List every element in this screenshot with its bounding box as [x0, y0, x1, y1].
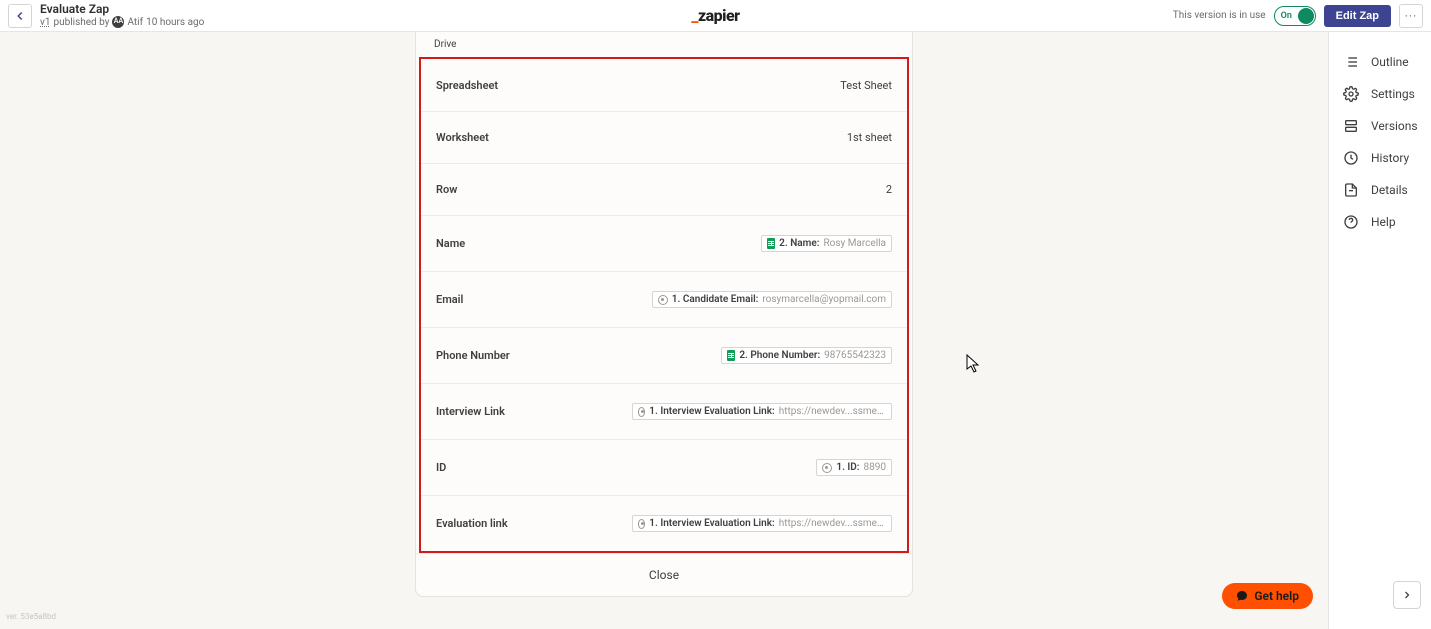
pill-source: 2. Phone Number:: [739, 350, 820, 361]
sidebar-item-label: Outline: [1371, 55, 1409, 69]
pill-value: rosymarcella@yopmail.com: [762, 294, 886, 305]
clock-icon: [1343, 150, 1359, 166]
logo-text: zapier: [698, 6, 740, 25]
field-value: Test Sheet: [840, 79, 892, 92]
field-name: Name 2. Name: Rosy Marcella: [421, 215, 907, 271]
source-icon: [638, 519, 645, 529]
source-icon: [822, 463, 832, 473]
mapped-value-pill: 1. ID: 8890: [816, 459, 892, 476]
source-icon: [638, 407, 645, 417]
zapier-logo: _zapier: [691, 6, 739, 25]
pill-value: https://newdev...ssment/ODg5MA==: [779, 518, 886, 529]
get-help-label: Get help: [1254, 589, 1299, 603]
field-worksheet: Worksheet 1st sheet: [421, 111, 907, 163]
sheets-icon: [727, 350, 735, 361]
version-status: This version is in use: [1173, 10, 1266, 21]
app-header: Evaluate Zap v1 published by AA Atif 10 …: [0, 0, 1431, 32]
title-block: Evaluate Zap v1 published by AA Atif 10 …: [40, 3, 204, 28]
pill-source: 1. Candidate Email:: [672, 294, 759, 305]
edit-zap-button[interactable]: Edit Zap: [1324, 5, 1391, 27]
zap-meta: v1 published by AA Atif 10 hours ago: [40, 16, 204, 28]
drive-row: Drive: [416, 32, 912, 57]
time-ago: 10 hours ago: [146, 17, 204, 28]
field-value: 2: [886, 183, 892, 196]
sidebar-item-label: Versions: [1371, 119, 1418, 133]
mapped-value-pill: 1. Interview Evaluation Link: https://ne…: [632, 515, 892, 532]
field-spreadsheet: Spreadsheet Test Sheet: [421, 59, 907, 111]
sidebar-item-label: Settings: [1371, 87, 1415, 101]
pill-source: 1. Interview Evaluation Link:: [649, 406, 774, 417]
mapped-value-pill: 1. Interview Evaluation Link: https://ne…: [632, 403, 892, 420]
doc-icon: [1343, 182, 1359, 198]
field-label: Evaluation link: [436, 517, 508, 530]
build-version: ver. 53e5a8bd: [6, 612, 56, 621]
sidebar-item-settings[interactable]: Settings: [1329, 78, 1431, 110]
collapse-sidebar-button[interactable]: [1393, 581, 1421, 609]
zap-title: Evaluate Zap: [40, 3, 204, 16]
field-label: Name: [436, 237, 465, 250]
sidebar-item-label: Help: [1371, 215, 1396, 229]
field-label: Row: [436, 183, 457, 196]
version-label[interactable]: v1: [40, 17, 50, 28]
details-panel: Drive Spreadsheet Test Sheet Worksheet 1…: [415, 32, 913, 597]
field-label: Interview Link: [436, 405, 505, 418]
more-button[interactable]: ···: [1399, 4, 1423, 28]
pill-value: 8890: [864, 462, 886, 473]
field-phone: Phone Number 2. Phone Number: 9876554232…: [421, 327, 907, 383]
list-icon: [1343, 54, 1359, 70]
field-interview-link: Interview Link 1. Interview Evaluation L…: [421, 383, 907, 439]
help-icon: [1343, 214, 1359, 230]
gear-icon: [1343, 86, 1359, 102]
close-button[interactable]: Close: [416, 553, 912, 596]
pill-value: 98765542323: [824, 350, 886, 361]
canvas: Drive Spreadsheet Test Sheet Worksheet 1…: [0, 32, 1328, 629]
field-label: Phone Number: [436, 349, 510, 362]
toggle-knob: [1298, 8, 1314, 24]
zap-toggle[interactable]: On: [1274, 6, 1316, 26]
field-label: Email: [436, 293, 463, 306]
pill-value: Rosy Marcella: [823, 238, 886, 249]
field-email: Email 1. Candidate Email: rosymarcella@y…: [421, 271, 907, 327]
chevron-right-icon: [1401, 589, 1413, 601]
field-value: 1st sheet: [847, 131, 892, 144]
field-id: ID 1. ID: 8890: [421, 439, 907, 495]
field-label: Spreadsheet: [436, 79, 498, 92]
author-avatar: AA: [112, 16, 124, 28]
sidebar-item-outline[interactable]: Outline: [1329, 46, 1431, 78]
mapped-value-pill: 2. Name: Rosy Marcella: [761, 235, 892, 252]
right-sidebar: Outline Settings Versions History Detail…: [1328, 32, 1431, 629]
sidebar-item-label: History: [1371, 151, 1409, 165]
get-help-button[interactable]: Get help: [1222, 583, 1313, 609]
field-row-number: Row 2: [421, 163, 907, 215]
mapped-value-pill: 2. Phone Number: 98765542323: [721, 347, 892, 364]
pill-source: 1. Interview Evaluation Link:: [649, 518, 774, 529]
pill-value: https://newdev...ssment/ODg5MA==: [779, 406, 886, 417]
mapped-value-pill: 1. Candidate Email: rosymarcella@yopmail…: [652, 291, 892, 308]
source-icon: [658, 295, 668, 305]
stack-icon: [1343, 118, 1359, 134]
sidebar-item-help[interactable]: Help: [1329, 206, 1431, 238]
drive-label: Drive: [434, 39, 456, 50]
sidebar-item-details[interactable]: Details: [1329, 174, 1431, 206]
sidebar-item-label: Details: [1371, 183, 1408, 197]
toggle-label: On: [1281, 11, 1292, 21]
field-evaluation-link: Evaluation link 1. Interview Evaluation …: [421, 495, 907, 551]
pill-source: 2. Name:: [779, 238, 819, 249]
field-label: ID: [436, 461, 446, 474]
back-button[interactable]: [8, 4, 32, 28]
sidebar-item-versions[interactable]: Versions: [1329, 110, 1431, 142]
pill-source: 1. ID:: [836, 462, 859, 473]
sheets-icon: [767, 238, 775, 249]
published-by-label: published by: [53, 17, 109, 28]
chat-icon: [1236, 590, 1248, 602]
header-right: This version is in use On Edit Zap ···: [1173, 4, 1423, 28]
arrow-left-icon: [13, 9, 27, 23]
sidebar-item-history[interactable]: History: [1329, 142, 1431, 174]
field-label: Worksheet: [436, 131, 489, 144]
highlight-box: Spreadsheet Test Sheet Worksheet 1st she…: [419, 57, 909, 553]
author-name: Atif: [127, 17, 143, 28]
